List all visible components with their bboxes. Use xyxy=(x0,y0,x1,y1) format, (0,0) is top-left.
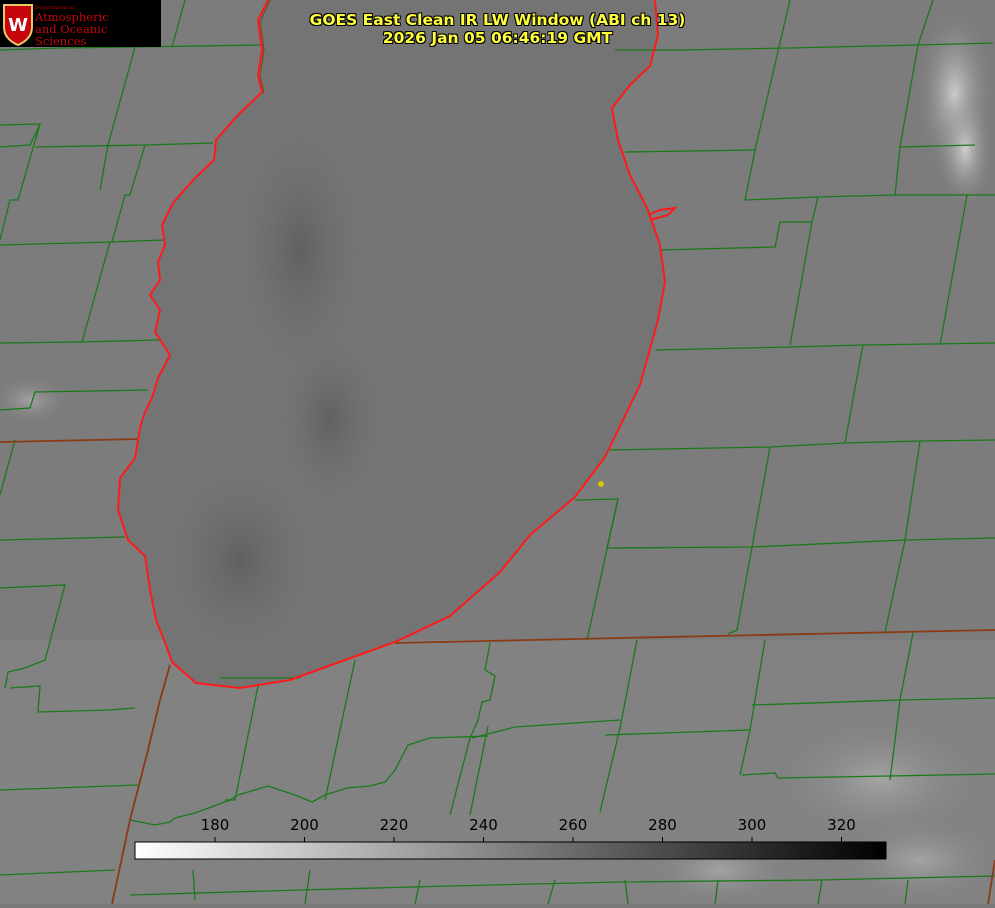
colorbar-tick-label: 320 xyxy=(827,816,856,834)
satellite-image: 180 200 220 240 260 280 300 320 W Department of… xyxy=(0,0,995,908)
colorbar-tick-label: 180 xyxy=(201,816,230,834)
title-timestamp: 2026 Jan 05 06:46:19 GMT xyxy=(382,29,613,47)
colorbar-tick-label: 200 xyxy=(290,816,319,834)
uw-crest-icon: W xyxy=(3,4,33,47)
colorbar-tick-label: 260 xyxy=(559,816,588,834)
colorbar-tick-label: 280 xyxy=(648,816,677,834)
colorbar-tick-label: 300 xyxy=(738,816,767,834)
station-marker xyxy=(598,481,604,487)
title-product: GOES East Clean IR LW Window (ABI ch 13) xyxy=(309,11,686,29)
logo-line-2: and Oceanic Sciences xyxy=(35,22,108,49)
crest-letter: W xyxy=(8,15,28,36)
colorbar-tick-label: 240 xyxy=(469,816,498,834)
colorbar-gradient xyxy=(134,841,887,860)
aos-logo: W Department of Atmospheric and Oceanic … xyxy=(0,0,161,47)
colorbar-tick-label: 220 xyxy=(380,816,409,834)
image-title: GOES East Clean IR LW Window (ABI ch 13)… xyxy=(250,11,745,47)
